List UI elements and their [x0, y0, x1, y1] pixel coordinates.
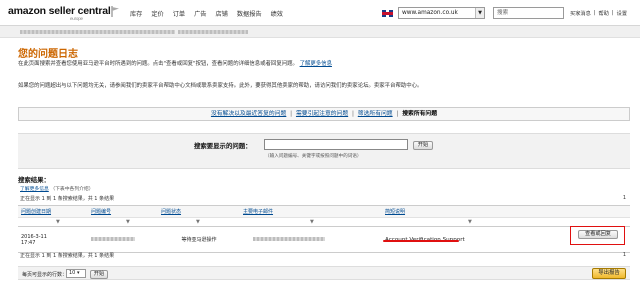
pagination-bar: 每页可显示的行数： 10 ▾ 开始: [18, 266, 630, 280]
cell-issue-id: [88, 226, 158, 253]
cell-email: [240, 226, 382, 253]
nav-pricing[interactable]: 定价: [151, 9, 163, 18]
export-report-button[interactable]: 导出报告: [592, 268, 626, 279]
results-learn-more: 了解更多信息 （下表中各列介绍）: [20, 187, 94, 192]
redacted-info: [20, 30, 175, 34]
search-hint: （输入问题编号、关键字或按照问题中的词语）: [265, 154, 362, 159]
sort-cell[interactable]: ▼: [382, 217, 558, 227]
main-nav: 库存 定价 订单 广告 店铺 数据报告 绩效: [130, 9, 283, 18]
highlight-underline: [383, 240, 459, 242]
account-info-bar: [0, 26, 640, 38]
results-heading: 搜索结果：: [18, 176, 50, 184]
filter-search-all-current: 搜索所有问题: [402, 111, 438, 117]
header-links: 买家消息 | 帮助 | 设置: [570, 10, 628, 17]
sort-cell[interactable]: ▼: [18, 217, 88, 227]
learn-more-link[interactable]: 了解更多信息: [300, 61, 332, 67]
settings-link[interactable]: 设置: [617, 10, 627, 17]
contact-support-link[interactable]: 联系卖家支持: [201, 83, 233, 89]
page-number[interactable]: 1: [623, 252, 626, 258]
cell-status: 等待亚马逊操作: [158, 226, 240, 253]
sort-cell[interactable]: ▼: [240, 217, 382, 227]
results-count-top: 正在显示 1 到 1 条搜索结果，共 1 条结果 1: [20, 195, 626, 202]
help-text: 如果您的问题超出与以下问题均无关，请参阅我们的卖家平台帮助中心文档或联系卖家支持…: [18, 83, 423, 89]
sort-cell[interactable]: ▼: [158, 217, 240, 227]
col-header-id[interactable]: 问题编号: [88, 205, 158, 218]
help-center-link[interactable]: 卖家平台帮助中心: [374, 83, 417, 89]
issues-table: 问题创建日期 问题编号 问题状态 主要电子邮件 简短说明 ▼ ▼ ▼ ▼ ▼ 2…: [18, 205, 630, 253]
header-search-input[interactable]: 搜索: [493, 7, 564, 19]
chevron-down-icon: ▼: [475, 8, 484, 18]
results-count-bottom: 正在显示 1 到 1 条搜索结果，共 1 条结果 1: [20, 252, 626, 259]
page-number[interactable]: 1: [623, 195, 626, 201]
nav-reports[interactable]: 数据报告: [237, 9, 262, 18]
col-header-email[interactable]: 主要电子邮件: [240, 205, 382, 218]
top-navigation-bar: amazon seller central europe 库存 定价 订单 广告…: [0, 0, 640, 26]
col-header-created[interactable]: 问题创建日期: [18, 205, 88, 218]
col-header-summary[interactable]: 简短说明: [382, 205, 558, 218]
issue-search-input[interactable]: [264, 139, 408, 150]
search-go-button[interactable]: 开始: [413, 141, 433, 150]
filter-unresolved[interactable]: 没有解决以及最近答复的问题: [211, 111, 286, 117]
help-link[interactable]: 帮助: [599, 10, 609, 17]
per-page-label: 每页可显示的行数：: [22, 272, 68, 278]
nav-orders[interactable]: 订单: [173, 9, 185, 18]
intro-text: 在此页面搜索并查看您使用亚马逊平台时所遇到的问题。点击"查看或回复"按钮，查看问…: [18, 61, 332, 67]
page-title: 您的问题日志: [18, 49, 78, 60]
sort-cell[interactable]: ▼: [88, 217, 158, 227]
uk-flag-icon: [382, 10, 393, 17]
logo-region-label: europe: [70, 16, 83, 21]
issue-search-section: 搜索要显示的问题： 开始 （输入问题编号、关键字或按照问题中的词语）: [18, 133, 630, 169]
nav-performance[interactable]: 绩效: [271, 9, 283, 18]
view-or-reply-button[interactable]: 查看或回复: [578, 230, 618, 239]
per-page-go-button[interactable]: 开始: [90, 270, 108, 279]
nav-stores[interactable]: 店铺: [216, 9, 228, 18]
amazon-seller-central-logo[interactable]: amazon seller central europe: [8, 5, 111, 21]
filter-needs-attention[interactable]: 需要引起注意的问题: [296, 111, 348, 117]
col-header-action: [558, 205, 630, 218]
filter-bar: 没有解决以及最近答复的问题 | 需要引起注意的问题 | 筛选所有问题 | 搜索所…: [18, 107, 630, 121]
filter-all[interactable]: 筛选所有问题: [358, 111, 393, 117]
help-center-docs-link[interactable]: 卖家平台帮助中心文档: [142, 83, 196, 89]
table-row: 2016-3-11 17:47 等待亚马逊操作 Account Verifica…: [18, 226, 630, 253]
nav-advertising[interactable]: 广告: [194, 9, 206, 18]
search-label: 搜索要显示的问题：: [194, 142, 252, 150]
flag-icon[interactable]: [111, 6, 120, 17]
col-header-status[interactable]: 问题状态: [158, 205, 240, 218]
redacted-email: [253, 237, 325, 241]
buyer-messages-link[interactable]: 买家消息: [570, 10, 591, 17]
seller-forum-link[interactable]: 卖家论坛: [347, 83, 369, 89]
per-page-select[interactable]: 10 ▾: [66, 269, 86, 278]
redacted-issue-id: [91, 237, 135, 241]
nav-inventory[interactable]: 库存: [130, 9, 142, 18]
columns-learn-more-link[interactable]: 了解更多信息: [20, 187, 49, 192]
marketplace-select[interactable]: www.amazon.co.uk ▼: [398, 7, 485, 19]
redacted-info: [178, 30, 248, 34]
cell-created: 2016-3-11 17:47: [18, 226, 88, 253]
